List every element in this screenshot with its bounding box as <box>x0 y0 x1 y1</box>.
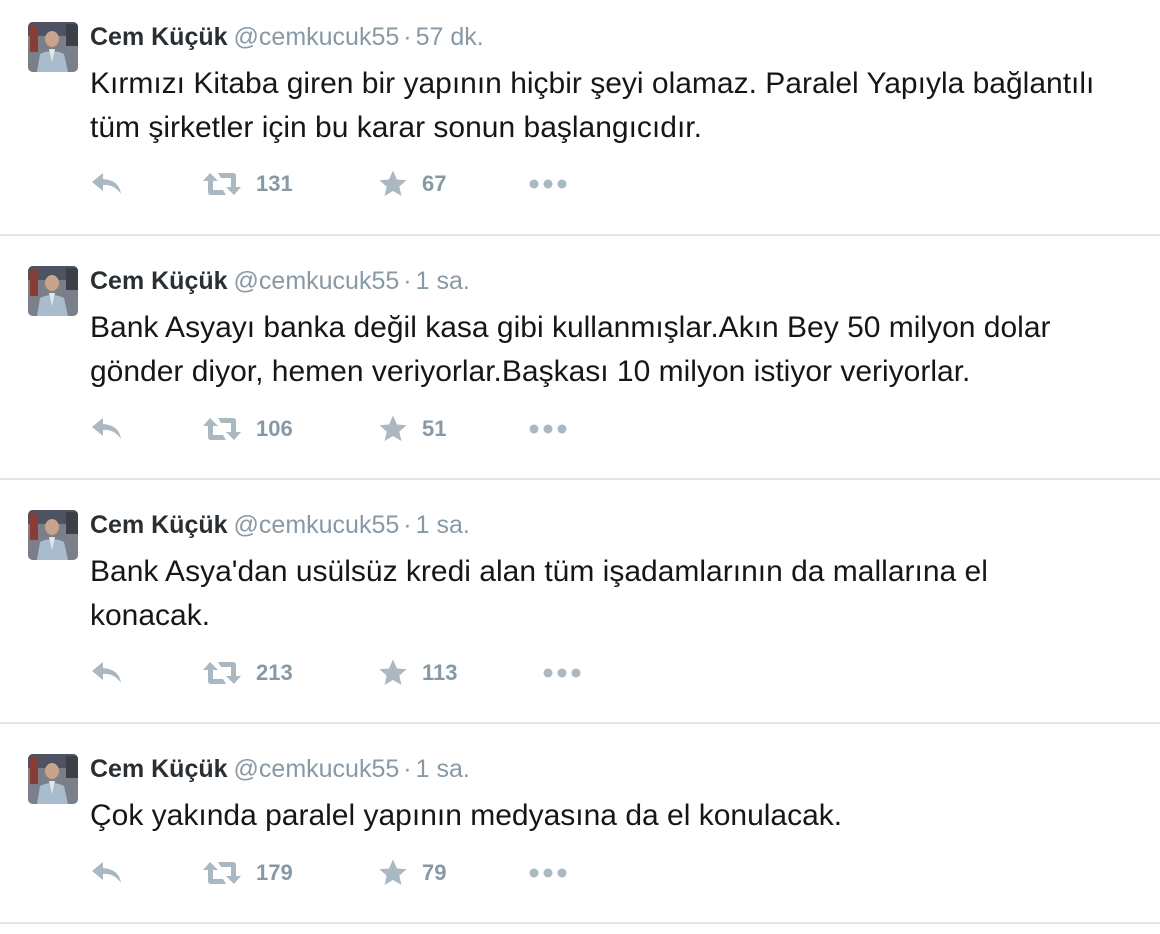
author-name[interactable]: Cem Küçük <box>90 267 228 295</box>
more-button[interactable] <box>542 656 582 690</box>
more-button[interactable] <box>528 167 568 201</box>
more-icon <box>529 424 567 434</box>
reply-icon <box>92 418 121 439</box>
tweet[interactable]: Cem Küçük @cemkucuk55 · 1 sa. Bank Asyayı b… <box>0 236 1160 480</box>
separator: · <box>403 23 412 51</box>
retweet-button[interactable]: 179 <box>202 856 293 890</box>
retweet-count: 213 <box>256 660 293 685</box>
retweet-count: 131 <box>256 171 293 196</box>
tweet-text: Çok yakında paralel yapının medyasına da… <box>90 799 843 832</box>
tweet-header: Cem Küçük @cemkucuk55 · 1 sa. <box>90 508 470 542</box>
more-button[interactable] <box>528 412 568 446</box>
tweet-actions: 131 67 <box>90 167 590 201</box>
author-handle[interactable]: @cemkucuk55 <box>234 23 400 51</box>
reply-icon <box>92 173 121 194</box>
retweet-icon <box>203 662 241 684</box>
more-icon <box>543 668 581 678</box>
star-icon <box>379 859 407 885</box>
retweet-icon <box>203 862 241 884</box>
retweet-button[interactable]: 106 <box>202 412 293 446</box>
favorite-button[interactable]: 79 <box>378 856 446 890</box>
timestamp[interactable]: 1 sa. <box>416 511 470 539</box>
tweet-actions: 213 113 <box>90 656 590 690</box>
tweet-header: Cem Küçük @cemkucuk55 · 57 dk. <box>90 20 484 54</box>
more-icon <box>529 868 567 878</box>
tweet-text: Bank Asya'dan usülsüz kredi alan tüm işa… <box>90 555 988 632</box>
separator: · <box>403 511 412 539</box>
tweet-header: Cem Küçük @cemkucuk55 · 1 sa. <box>90 264 470 298</box>
tweet[interactable]: Cem Küçük @cemkucuk55 · 1 sa. Çok yakında p… <box>0 724 1160 924</box>
author-name[interactable]: Cem Küçük <box>90 755 228 783</box>
timestamp[interactable]: 1 sa. <box>416 755 470 783</box>
timestamp[interactable]: 57 dk. <box>416 23 484 51</box>
reply-button[interactable] <box>90 856 124 890</box>
favorite-count: 113 <box>422 660 458 685</box>
star-icon <box>379 659 407 685</box>
retweet-icon <box>203 418 241 440</box>
tweet[interactable]: Cem Küçük @cemkucuk55 · 57 dk. Kırmızı Kita… <box>0 0 1160 236</box>
timestamp[interactable]: 1 sa. <box>416 267 470 295</box>
favorite-count: 51 <box>422 416 447 441</box>
reply-button[interactable] <box>90 412 124 446</box>
tweet-actions: 106 51 <box>90 412 590 446</box>
reply-button[interactable] <box>90 167 124 201</box>
avatar[interactable] <box>28 754 78 804</box>
author-handle[interactable]: @cemkucuk55 <box>234 755 400 783</box>
avatar[interactable] <box>28 266 78 316</box>
more-icon <box>529 179 567 189</box>
favorite-count: 79 <box>422 860 447 885</box>
retweet-button[interactable]: 213 <box>202 656 293 690</box>
author-handle[interactable]: @cemkucuk55 <box>234 267 400 295</box>
favorite-button[interactable]: 67 <box>378 167 446 201</box>
favorite-button[interactable]: 113 <box>378 656 458 690</box>
tweet-actions: 179 79 <box>90 856 590 890</box>
tweet-header: Cem Küçük @cemkucuk55 · 1 sa. <box>90 752 470 786</box>
reply-icon <box>92 662 121 683</box>
tweet[interactable]: Cem Küçük @cemkucuk55 · 1 sa. Bank Asya'dan… <box>0 480 1160 724</box>
retweet-icon <box>203 173 241 195</box>
separator: · <box>403 267 412 295</box>
retweet-button[interactable]: 131 <box>202 167 293 201</box>
more-button[interactable] <box>528 856 568 890</box>
star-icon <box>379 170 407 196</box>
tweet-text: Bank Asyayı banka değil kasa gibi kullan… <box>90 311 1051 388</box>
retweet-count: 179 <box>256 860 293 885</box>
tweet-text: Kırmızı Kitaba giren bir yapının hiçbir … <box>90 67 1095 144</box>
favorite-count: 67 <box>422 171 447 196</box>
separator: · <box>403 755 412 783</box>
author-name[interactable]: Cem Küçük <box>90 511 228 539</box>
avatar[interactable] <box>28 22 78 72</box>
retweet-count: 106 <box>256 416 293 441</box>
star-icon <box>379 415 407 441</box>
avatar[interactable] <box>28 510 78 560</box>
reply-button[interactable] <box>90 656 124 690</box>
author-handle[interactable]: @cemkucuk55 <box>234 511 400 539</box>
reply-icon <box>92 862 121 883</box>
author-name[interactable]: Cem Küçük <box>90 23 228 51</box>
favorite-button[interactable]: 51 <box>378 412 446 446</box>
